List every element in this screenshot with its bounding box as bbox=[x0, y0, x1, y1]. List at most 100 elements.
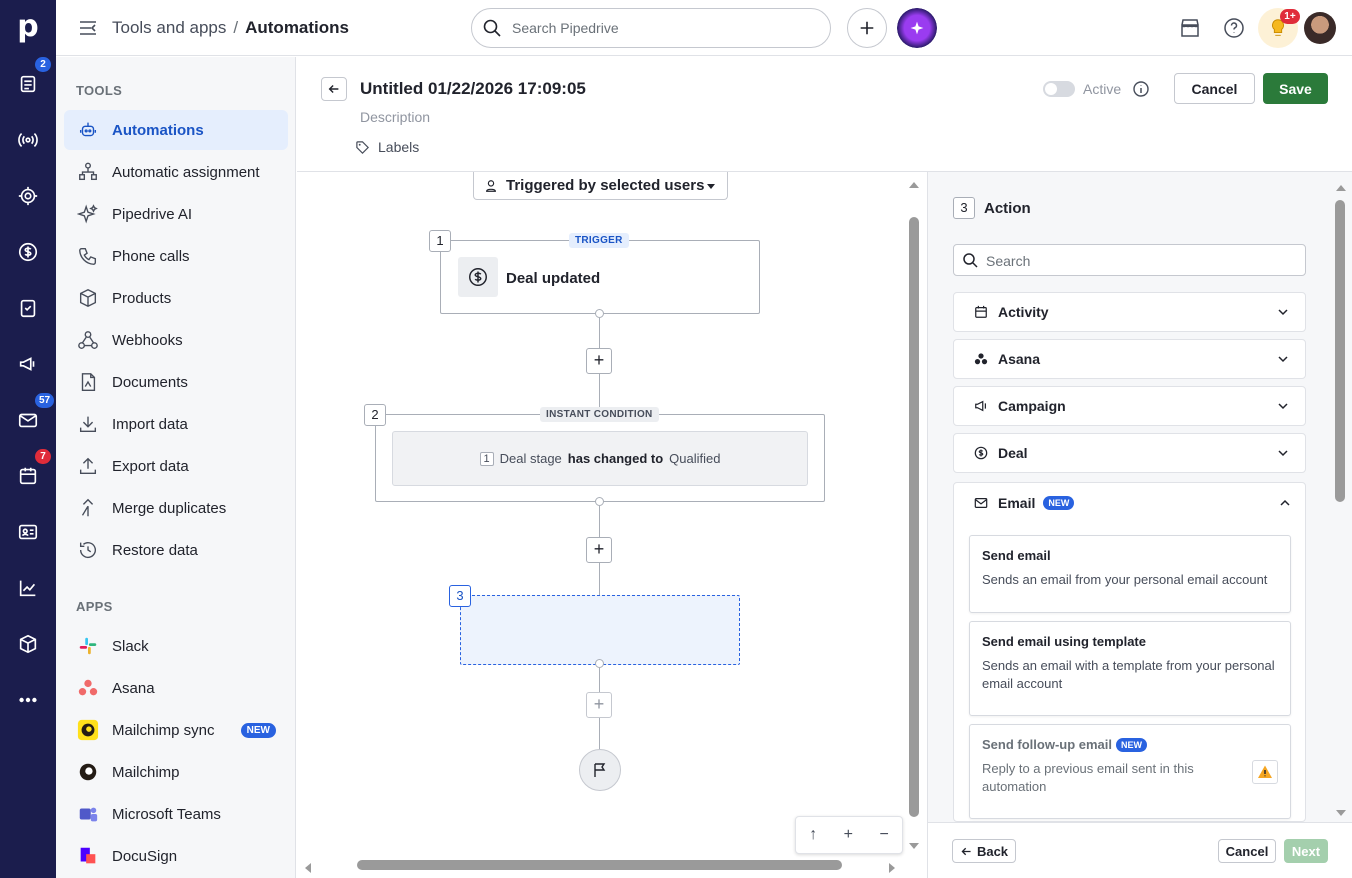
sidebar-item-label: Mailchimp sync bbox=[112, 721, 215, 739]
zoom-out-button[interactable]: − bbox=[879, 826, 888, 844]
card-title: Send email bbox=[982, 548, 1051, 563]
automation-title[interactable]: Untitled 01/22/2026 17:09:05 bbox=[360, 79, 586, 99]
target-icon[interactable] bbox=[14, 182, 42, 210]
trigger-tag: TRIGGER bbox=[569, 233, 629, 248]
workflow-canvas[interactable]: Triggered by selected users TRIGGER Deal… bbox=[297, 172, 927, 878]
condition-rule[interactable]: 1 Deal stage has changed to Qualified bbox=[392, 431, 808, 486]
quick-add-button[interactable] bbox=[847, 8, 887, 48]
sidebar-item-import-data[interactable]: Import data bbox=[64, 404, 288, 444]
panel-scrollbar[interactable] bbox=[1335, 200, 1345, 502]
global-search-input[interactable]: Search Pipedrive bbox=[471, 8, 831, 48]
mail-icon[interactable] bbox=[14, 406, 42, 434]
accordion-campaign[interactable]: Campaign bbox=[953, 386, 1306, 426]
radio-icon[interactable] bbox=[14, 126, 42, 154]
step-number: 2 bbox=[364, 404, 386, 426]
active-toggle[interactable] bbox=[1043, 81, 1075, 97]
action-card-send-follow-up[interactable]: Send follow-up email NEW Reply to a previ… bbox=[969, 724, 1291, 819]
pipedrive-logo[interactable]: p bbox=[14, 10, 42, 44]
calendar-icon bbox=[974, 304, 990, 320]
breadcrumb-parent[interactable]: Tools and apps bbox=[112, 18, 226, 37]
zoom-in-button[interactable]: + bbox=[844, 826, 853, 844]
asana-icon bbox=[974, 351, 990, 367]
action-card-send-email-template[interactable]: Send email using template Sends an email… bbox=[969, 621, 1291, 716]
sidebar-item-export-data[interactable]: Export data bbox=[64, 446, 288, 486]
back-button[interactable] bbox=[321, 77, 347, 101]
labels-button[interactable]: Labels bbox=[355, 139, 419, 155]
accordion-asana[interactable]: Asana bbox=[953, 339, 1306, 379]
canvas-horizontal-scrollbar[interactable] bbox=[357, 860, 842, 870]
panel-next-button[interactable]: Next bbox=[1284, 839, 1328, 863]
canvas-vertical-scrollbar[interactable] bbox=[909, 217, 919, 817]
sidebar-item-automatic-assignment[interactable]: Automatic assignment bbox=[64, 152, 288, 192]
sidebar-item-merge-duplicates[interactable]: Merge duplicates bbox=[64, 488, 288, 528]
add-step-button[interactable]: + bbox=[586, 348, 612, 374]
clipboard-icon[interactable] bbox=[14, 294, 42, 322]
robot-icon bbox=[76, 118, 100, 142]
save-button[interactable]: Save bbox=[1263, 73, 1328, 104]
add-step-button[interactable]: + bbox=[586, 537, 612, 563]
panel-back-button[interactable]: Back bbox=[952, 839, 1016, 863]
dollar-icon[interactable] bbox=[14, 238, 42, 266]
accordion-activity[interactable]: Activity bbox=[953, 292, 1306, 332]
info-icon[interactable] bbox=[1132, 80, 1150, 98]
condition-node[interactable]: INSTANT CONDITION 1 Deal stage has chang… bbox=[375, 407, 825, 502]
trigger-node[interactable]: TRIGGER Deal updated bbox=[440, 233, 760, 314]
help-icon[interactable] bbox=[1222, 16, 1246, 40]
breadcrumb: Tools and apps / Automations bbox=[112, 18, 349, 38]
accordion-deal[interactable]: Deal bbox=[953, 433, 1306, 473]
sparkles-icon bbox=[76, 202, 100, 226]
megaphone-icon[interactable] bbox=[14, 350, 42, 378]
ai-assistant-button[interactable] bbox=[897, 8, 937, 48]
sidebar-item-documents[interactable]: Documents bbox=[64, 362, 288, 402]
sidebar-item-webhooks[interactable]: Webhooks bbox=[64, 320, 288, 360]
sidebar-item-slack[interactable]: Slack bbox=[64, 626, 288, 666]
condition-value: Qualified bbox=[669, 451, 721, 466]
assignment-icon bbox=[76, 160, 100, 184]
sidebar-item-asana[interactable]: Asana bbox=[64, 668, 288, 708]
action-card-send-email[interactable]: Send email Sends an email from your pers… bbox=[969, 535, 1291, 613]
trigger-label: Deal updated bbox=[506, 270, 601, 287]
dollar-icon bbox=[974, 445, 990, 461]
collapse-menu-icon[interactable] bbox=[78, 18, 98, 38]
sidebar-item-restore-data[interactable]: Restore data bbox=[64, 530, 288, 570]
sidebar-item-phone-calls[interactable]: Phone calls bbox=[64, 236, 288, 276]
scroll-up-arrow[interactable] bbox=[909, 177, 919, 188]
warning-icon[interactable] bbox=[1252, 760, 1278, 784]
sidebar-item-docusign[interactable]: DocuSign bbox=[64, 836, 288, 876]
action-search-input[interactable]: Search bbox=[953, 244, 1306, 276]
cancel-button[interactable]: Cancel bbox=[1174, 73, 1255, 104]
leads-icon[interactable] bbox=[14, 70, 42, 98]
calendar-icon[interactable] bbox=[14, 462, 42, 490]
scroll-to-top-button[interactable]: ↑ bbox=[809, 826, 817, 844]
scroll-down-arrow[interactable] bbox=[909, 838, 919, 849]
connector-dot bbox=[595, 659, 604, 668]
new-badge: NEW bbox=[1043, 496, 1075, 510]
contacts-icon[interactable] bbox=[14, 518, 42, 546]
panel-scroll-up-arrow[interactable] bbox=[1336, 180, 1346, 191]
scroll-left-arrow[interactable] bbox=[303, 860, 313, 873]
sidebar-item-automations[interactable]: Automations bbox=[64, 110, 288, 150]
sidebar-item-products[interactable]: Products bbox=[64, 278, 288, 318]
description-field[interactable]: Description bbox=[360, 109, 430, 125]
add-step-button-disabled[interactable]: + bbox=[586, 692, 612, 718]
more-icon[interactable] bbox=[14, 686, 42, 714]
sidebar-item-label: Automatic assignment bbox=[112, 163, 260, 181]
sidebar-item-mailchimp[interactable]: Mailchimp bbox=[64, 752, 288, 792]
panel-scroll-down-arrow[interactable] bbox=[1336, 805, 1346, 816]
card-title: Send follow-up email bbox=[982, 737, 1113, 752]
sidebar-item-pipedrive-ai[interactable]: Pipedrive AI bbox=[64, 194, 288, 234]
sidebar-item-label: Import data bbox=[112, 415, 188, 433]
accordion-email-header[interactable]: Email NEW bbox=[954, 483, 1305, 523]
trigger-scope-select[interactable]: Triggered by selected users bbox=[473, 172, 728, 200]
action-node-placeholder[interactable] bbox=[460, 595, 740, 665]
sidebar-item-microsoft-teams[interactable]: Microsoft Teams bbox=[64, 794, 288, 834]
scroll-right-arrow[interactable] bbox=[887, 860, 897, 873]
panel-cancel-button[interactable]: Cancel bbox=[1218, 839, 1276, 863]
document-icon bbox=[76, 370, 100, 394]
sidebar-item-mailchimp-sync[interactable]: Mailchimp sync NEW bbox=[64, 710, 288, 750]
box-icon[interactable] bbox=[14, 630, 42, 658]
marketplace-icon[interactable] bbox=[1178, 16, 1202, 40]
chart-icon[interactable] bbox=[14, 574, 42, 602]
user-avatar[interactable] bbox=[1304, 12, 1336, 44]
sidebar-item-label: Export data bbox=[112, 457, 189, 475]
